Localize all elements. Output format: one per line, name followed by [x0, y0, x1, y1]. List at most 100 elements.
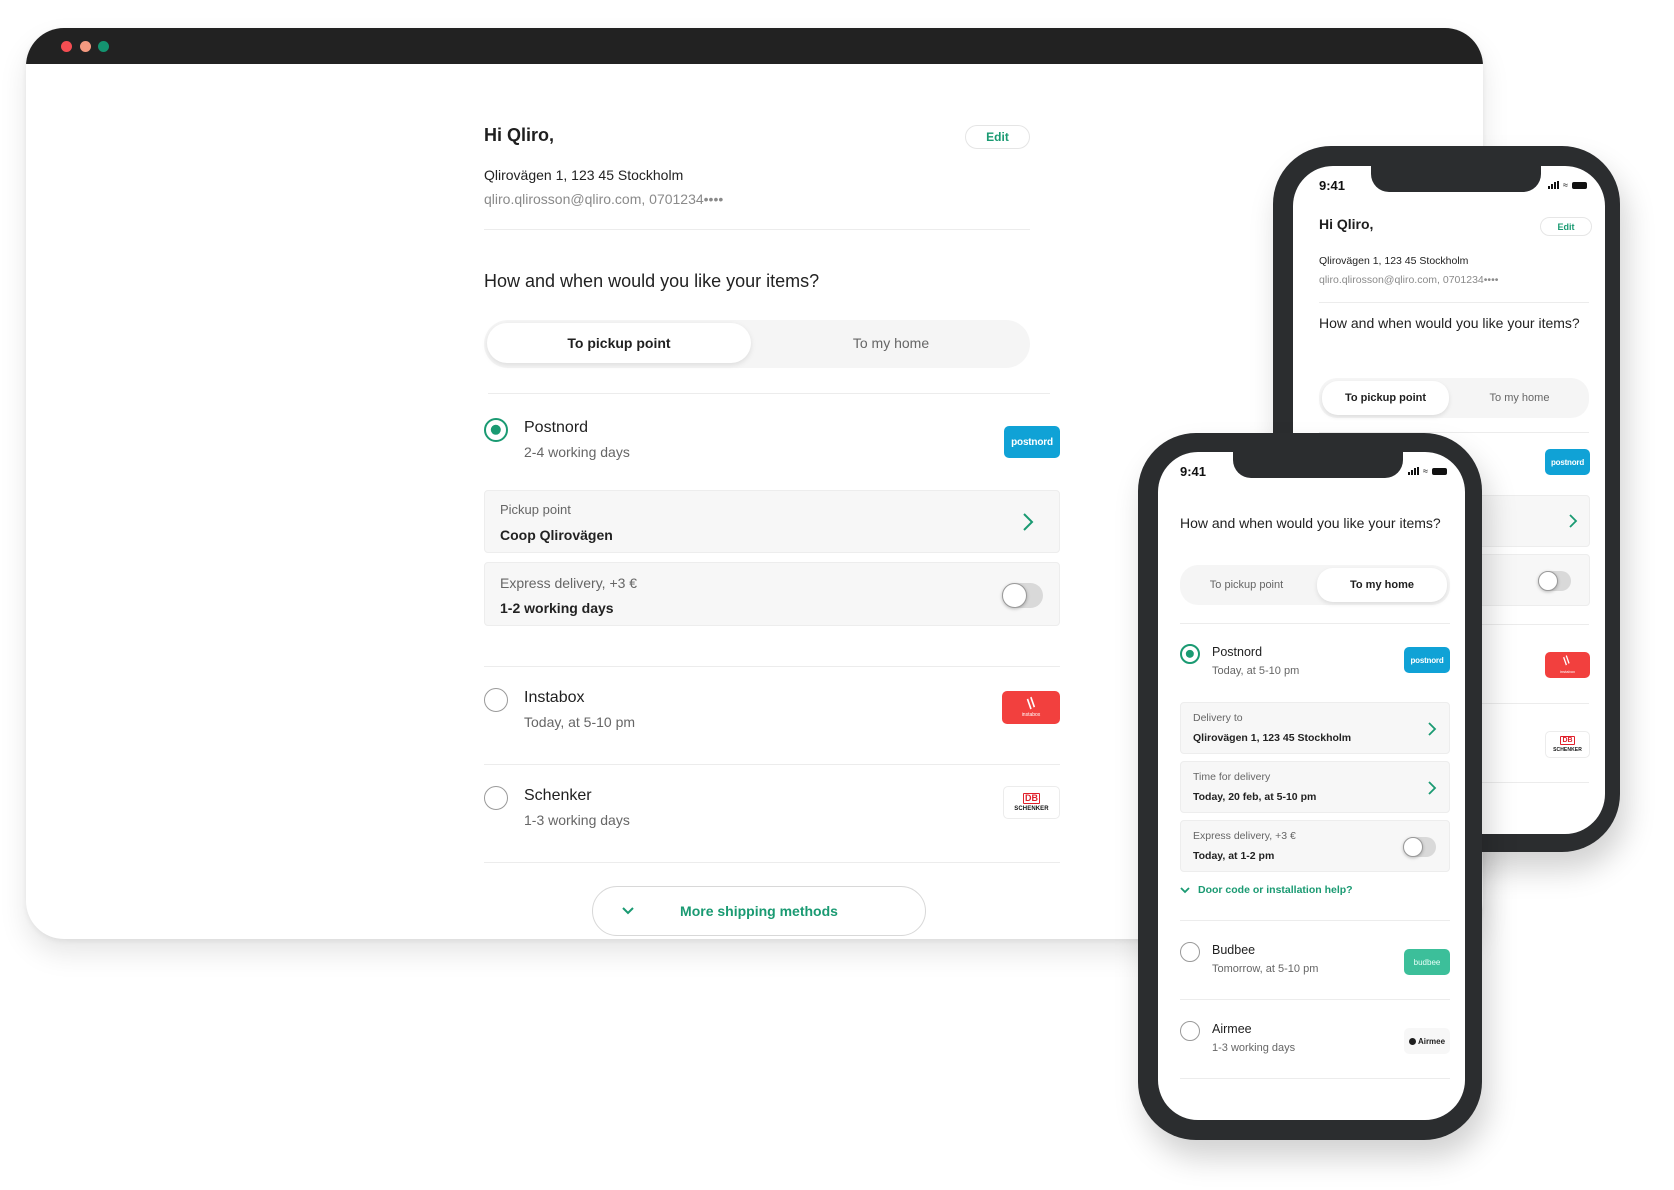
carrier-option-airmee[interactable]: Airmee 1-3 working days Airmee [1180, 1021, 1450, 1069]
phone-front-screen: 9:41 ≈ How and when would you like your … [1158, 452, 1465, 1120]
divider [1180, 920, 1450, 921]
carrier-eta: Today, at 5-10 pm [1212, 665, 1300, 677]
schenker-logo: DB SCHENKER [1003, 786, 1060, 819]
delivery-to-value: Qlirovägen 1, 123 45 Stockholm [1193, 732, 1352, 744]
divider [484, 229, 1030, 230]
phone-notch [1371, 166, 1541, 192]
radio-selected[interactable] [1180, 644, 1200, 664]
edit-button[interactable]: Edit [1540, 217, 1592, 236]
tab-my-home[interactable]: To my home [1456, 381, 1583, 415]
express-delivery-label: Express delivery, +3 € [500, 575, 638, 591]
close-window-button[interactable] [61, 41, 72, 52]
radio-unselected[interactable] [484, 786, 508, 810]
instabox-logo: // instabox [1002, 691, 1060, 724]
status-icons: ≈ [1408, 467, 1447, 476]
greeting: Hi Qliro, [1319, 216, 1374, 232]
airmee-logo: Airmee [1404, 1028, 1450, 1054]
divider [484, 764, 1060, 765]
tab-my-home[interactable]: To my home [759, 323, 1023, 363]
postnord-logo: postnord [1545, 449, 1590, 475]
carrier-option-schenker[interactable]: Schenker 1-3 working days DB SCHENKER [484, 782, 1060, 842]
carrier-option-postnord[interactable]: Postnord 2-4 working days postnord [484, 414, 1060, 474]
pickup-point-card[interactable]: Pickup point Coop Qlirovägen [484, 490, 1060, 553]
carrier-option-budbee[interactable]: Budbee Tomorrow, at 5-10 pm budbee [1180, 942, 1450, 990]
edit-button[interactable]: Edit [965, 125, 1030, 149]
express-delivery-toggle[interactable] [1538, 571, 1571, 591]
status-icons: ≈ [1548, 180, 1587, 190]
tab-pickup-point[interactable]: To pickup point [487, 323, 751, 363]
divider [1180, 623, 1450, 624]
tab-pickup-point[interactable]: To pickup point [1183, 568, 1310, 602]
toggle-knob [1538, 571, 1558, 591]
battery-icon [1571, 181, 1587, 189]
status-time: 9:41 [1180, 464, 1207, 479]
minimize-window-button[interactable] [80, 41, 91, 52]
delivery-type-toggle: To pickup point To my home [484, 320, 1030, 368]
radio-unselected[interactable] [484, 688, 508, 712]
chevron-right-icon [1569, 514, 1578, 528]
chevron-right-icon [1428, 781, 1437, 795]
delivery-to-label: Delivery to [1193, 712, 1243, 724]
db-badge: DB [1560, 736, 1575, 745]
customer-address: Qlirovägen 1, 123 45 Stockholm [484, 167, 684, 183]
radio-unselected[interactable] [1180, 1021, 1200, 1041]
door-code-help-label: Door code or installation help? [1198, 884, 1353, 896]
divider [1180, 1078, 1450, 1079]
radio-unselected[interactable] [1180, 942, 1200, 962]
delivery-question: How and when would you like your items? [1319, 315, 1580, 331]
instabox-logo: // instabox [1545, 652, 1590, 678]
postnord-logo: postnord [1004, 426, 1060, 458]
toggle-knob [1002, 583, 1027, 608]
express-delivery-card: Express delivery, +3 € 1-2 working days [484, 562, 1060, 626]
customer-contact: qliro.qlirosson@qliro.com, 0701234•••• [1319, 274, 1499, 286]
divider [488, 393, 1050, 394]
divider [1180, 999, 1450, 1000]
delivery-question: How and when would you like your items? [1180, 515, 1441, 531]
carrier-option-instabox[interactable]: Instabox Today, at 5-10 pm // instabox [484, 684, 1060, 744]
instabox-logo-text: instabox [1021, 712, 1041, 718]
more-shipping-methods-button[interactable]: More shipping methods [592, 886, 926, 936]
db-badge: DB [1023, 793, 1040, 804]
radio-selected[interactable] [484, 418, 508, 442]
pickup-point-label: Pickup point [500, 502, 571, 517]
toggle-knob [1403, 837, 1423, 857]
carrier-eta: Today, at 5-10 pm [524, 714, 636, 730]
delivery-time-card[interactable]: Time for delivery Today, 20 feb, at 5-10… [1180, 761, 1450, 813]
carrier-name: Schenker [524, 787, 592, 804]
carrier-name: Postnord [524, 419, 589, 436]
chevron-right-icon [1428, 722, 1437, 736]
carrier-option-postnord[interactable]: Postnord Today, at 5-10 pm postnord [1180, 644, 1450, 692]
express-delivery-toggle[interactable] [1403, 837, 1436, 857]
carrier-name: Airmee [1212, 1022, 1252, 1036]
delivery-address-card[interactable]: Delivery to Qlirovägen 1, 123 45 Stockho… [1180, 702, 1450, 754]
pickup-point-value: Coop Qlirovägen [500, 527, 613, 543]
greeting: Hi Qliro, [484, 125, 555, 145]
postnord-logo-text: postnord [1550, 457, 1585, 467]
phone-notch [1233, 452, 1403, 478]
budbee-logo: budbee [1404, 949, 1450, 975]
express-delivery-label: Express delivery, +3 € [1193, 830, 1296, 842]
maximize-window-button[interactable] [98, 41, 109, 52]
express-delivery-card: Express delivery, +3 € Today, at 1-2 pm [1180, 820, 1450, 872]
carrier-eta: 1-3 working days [524, 812, 630, 828]
delivery-type-toggle: To pickup point To my home [1319, 378, 1589, 418]
time-for-delivery-label: Time for delivery [1193, 771, 1271, 783]
carrier-name: Instabox [524, 689, 585, 706]
delivery-type-toggle: To pickup point To my home [1180, 565, 1450, 605]
door-code-help-link[interactable]: Door code or installation help? [1180, 884, 1353, 896]
divider [484, 666, 1060, 667]
airmee-mark-icon [1408, 1037, 1416, 1045]
tab-my-home[interactable]: To my home [1317, 568, 1447, 602]
budbee-logo-text: budbee [1413, 957, 1441, 967]
schenker-logo: DB SCHENKER [1545, 731, 1590, 758]
more-shipping-methods-label: More shipping methods [680, 903, 838, 919]
wifi-icon: ≈ [1563, 180, 1568, 190]
carrier-name: Budbee [1212, 943, 1256, 957]
carrier-eta: 1-3 working days [1212, 1042, 1296, 1054]
express-delivery-value: Today, at 1-2 pm [1193, 850, 1275, 862]
divider [1319, 302, 1589, 303]
express-delivery-toggle[interactable] [1002, 583, 1043, 608]
tab-pickup-point[interactable]: To pickup point [1322, 381, 1449, 415]
carrier-eta: 2-4 working days [524, 444, 630, 460]
phone-front: 9:41 ≈ How and when would you like your … [1138, 433, 1482, 1140]
